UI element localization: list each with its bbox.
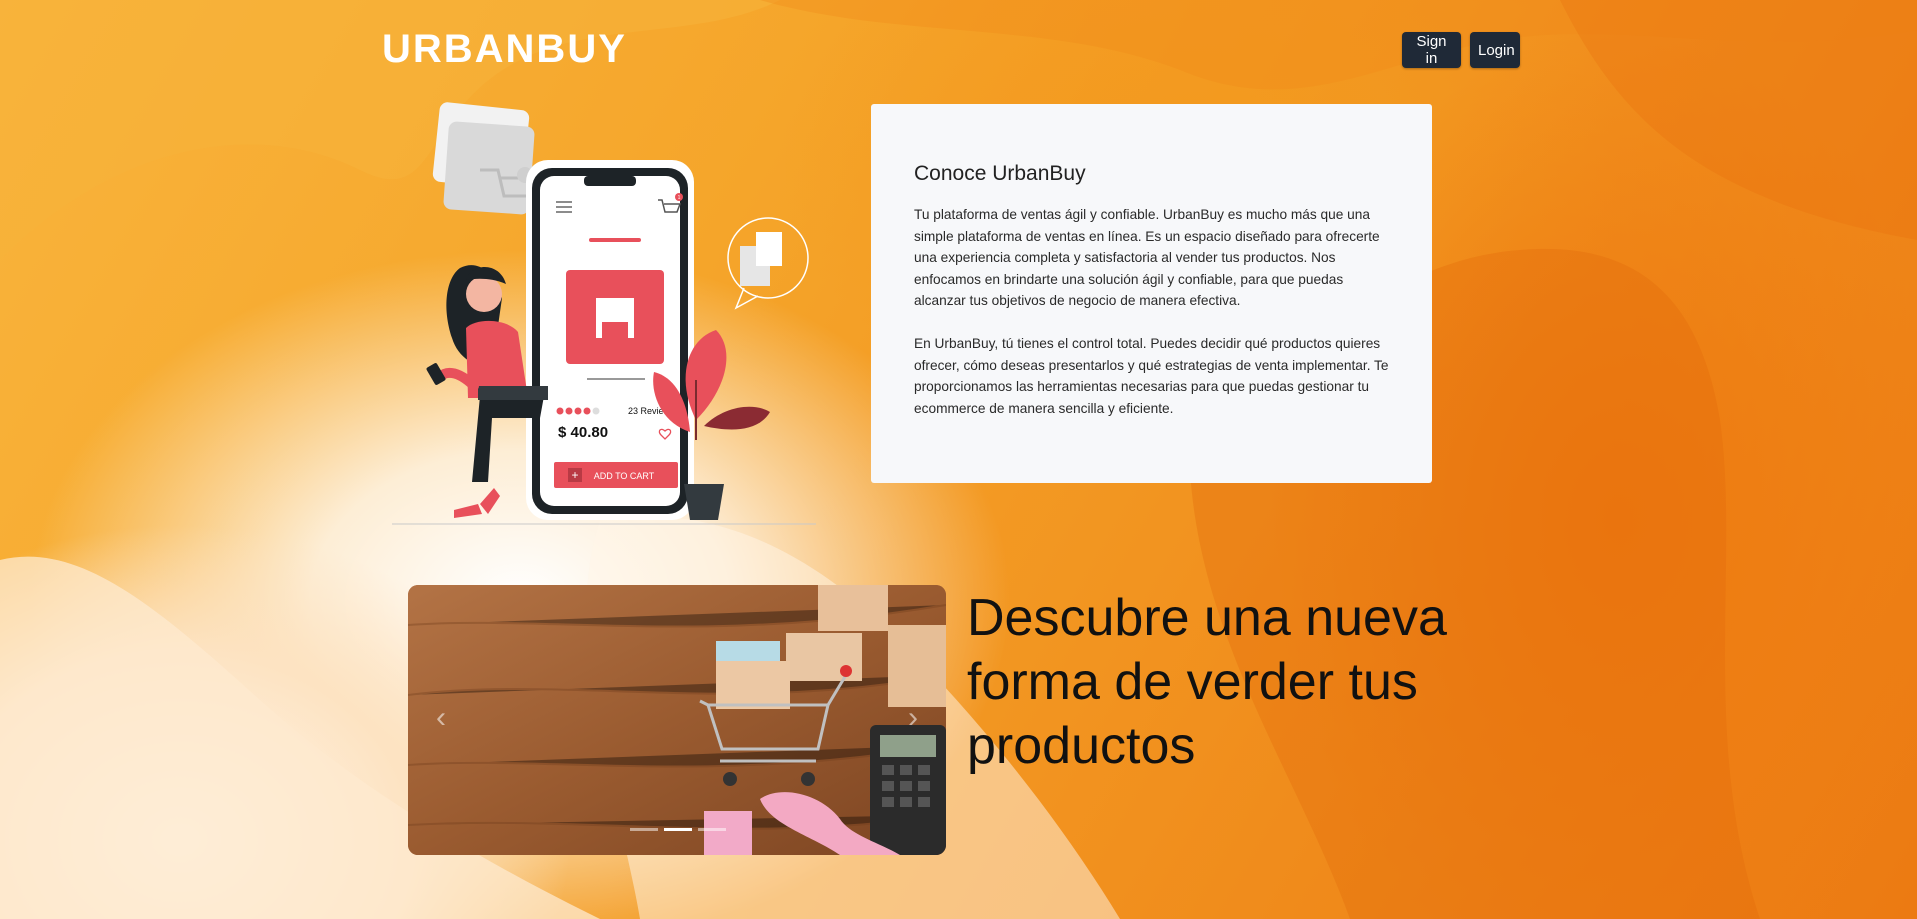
carousel-indicator-1[interactable]	[630, 828, 658, 831]
product-carousel[interactable]: ‹ ›	[408, 585, 946, 855]
svg-text:+: +	[571, 468, 578, 482]
carousel-indicators	[630, 828, 726, 831]
about-title: Conoce UrbanBuy	[914, 162, 1086, 185]
add-to-cart-text: ADD TO CART	[594, 471, 655, 481]
carousel-prev-icon[interactable]: ‹	[436, 703, 446, 733]
about-paragraph-1: Tu plataforma de ventas ágil y confiable…	[914, 207, 1380, 309]
cart-badge-count: 1	[678, 195, 681, 201]
hero-headline: Descubre una nueva forma de verder tus p…	[967, 589, 1447, 775]
price-text: $ 40.80	[558, 424, 608, 441]
carousel-slide-image	[408, 585, 946, 855]
login-button[interactable]: Login	[1470, 32, 1520, 68]
carousel-next-icon[interactable]: ›	[908, 703, 918, 733]
carousel-indicator-2[interactable]	[664, 828, 692, 831]
about-paragraph-2: En UrbanBuy, tú tienes el control total.…	[914, 335, 1389, 416]
logo-text: URBANBUY	[382, 28, 627, 68]
hero-illustration: 1 23 Reviews $ 40.80 + ADD TO CART	[392, 102, 816, 525]
carousel-indicator-3[interactable]	[698, 828, 726, 831]
about-card: Conoce UrbanBuy Tu plataforma de ventas …	[871, 104, 1432, 483]
sign-in-button[interactable]: Sign in	[1402, 32, 1461, 68]
urbanbuy-logo[interactable]: URBANBUY	[382, 28, 654, 68]
